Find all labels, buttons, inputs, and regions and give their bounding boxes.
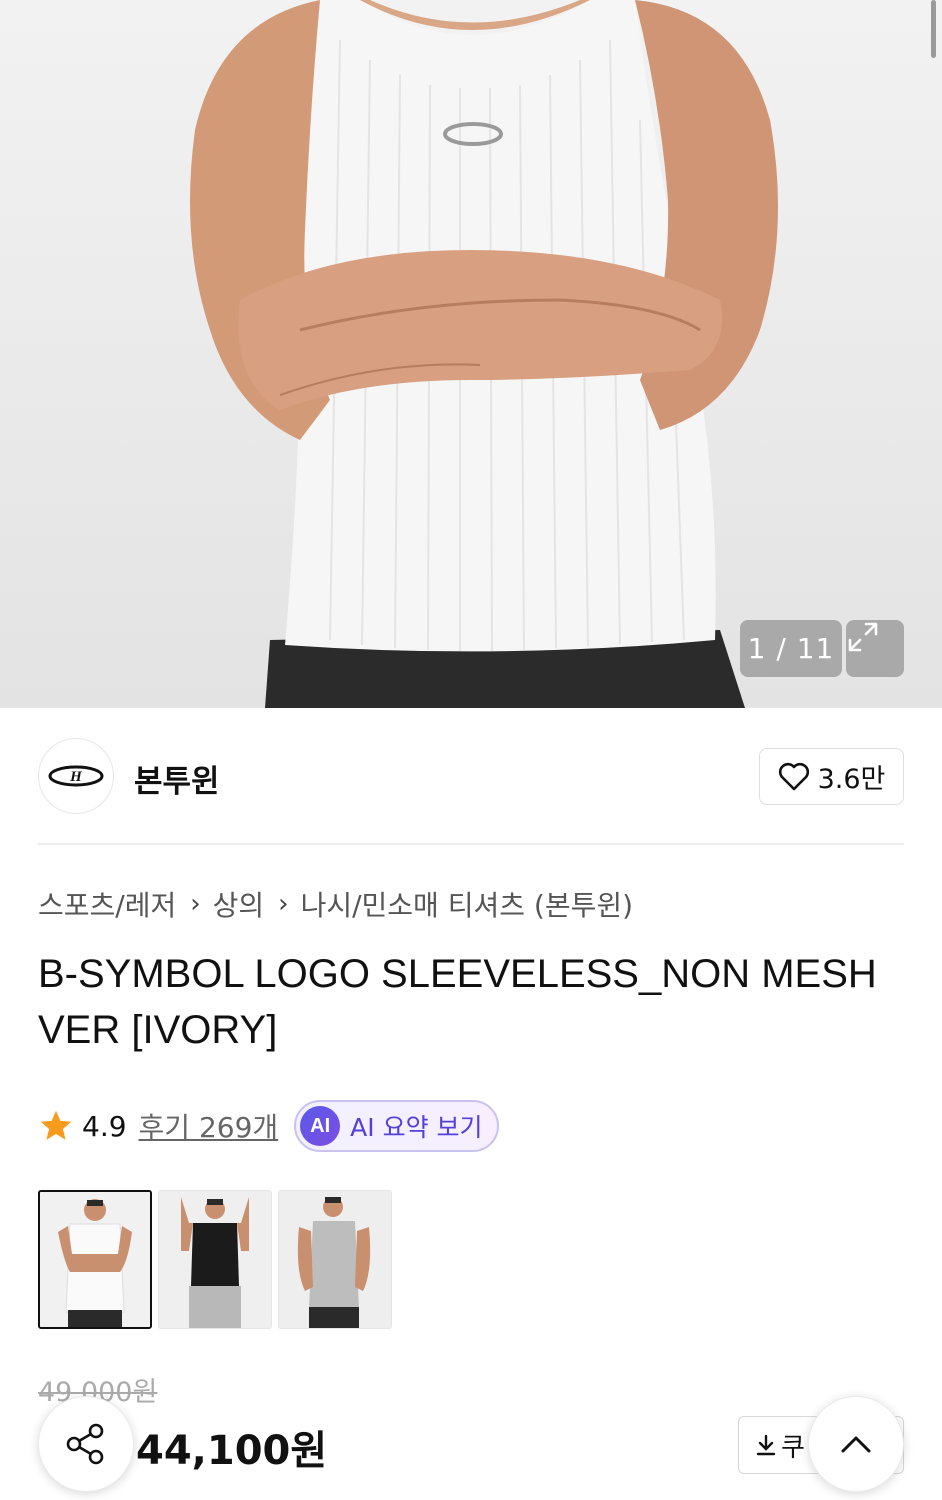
- rating-value: 4.9: [82, 1109, 127, 1143]
- scroll-indicator: [931, 0, 936, 58]
- star-icon: [40, 1110, 72, 1140]
- coupon-label: 쿠: [781, 1432, 805, 1463]
- divider: [38, 843, 904, 845]
- thumbnail-black[interactable]: [158, 1190, 272, 1329]
- sale-price: 44,100원: [136, 1428, 328, 1474]
- product-image-gallery[interactable]: 1 / 11: [0, 0, 942, 708]
- brand-logo[interactable]: H: [38, 738, 114, 814]
- color-thumbnails: [38, 1190, 392, 1329]
- breadcrumb-item-subcategory[interactable]: 상의: [213, 884, 265, 924]
- chevron-right-icon: ›: [278, 889, 289, 919]
- brand-h-oval-logo-icon: H: [48, 765, 104, 787]
- ai-summary-label: AI 요약 보기: [350, 1113, 483, 1142]
- ai-summary-button[interactable]: AI AI 요약 보기: [294, 1100, 499, 1152]
- rating-row: 4.9 후기 269개 AI AI 요약 보기: [38, 1100, 499, 1152]
- breadcrumb-item-category[interactable]: 스포츠/레저: [38, 884, 176, 924]
- expand-icon: [848, 622, 878, 652]
- scroll-to-top-button[interactable]: [808, 1396, 904, 1492]
- thumbnail-image: [159, 1191, 271, 1328]
- breadcrumb: 스포츠/레저 › 상의 › 나시/민소매 티셔츠 (본투윈): [38, 884, 633, 924]
- chevron-up-icon: [841, 1436, 871, 1453]
- share-button[interactable]: [38, 1396, 134, 1492]
- product-title: B-SYMBOL LOGO SLEEVELESS_NON MESH VER [I…: [38, 952, 877, 1052]
- brand-name[interactable]: 본투윈: [134, 756, 220, 801]
- expand-image-button[interactable]: [846, 620, 904, 677]
- brand-row: H 본투윈 3.6만: [38, 738, 904, 814]
- like-count: 3.6만: [817, 764, 886, 795]
- heart-icon: [778, 762, 809, 790]
- svg-text:H: H: [69, 769, 83, 785]
- ai-icon: AI: [300, 1106, 341, 1146]
- image-counter: 1 / 11: [740, 620, 842, 677]
- chevron-right-icon: ›: [190, 889, 201, 919]
- thumbnail-image: [40, 1192, 150, 1327]
- share-icon: [66, 1423, 104, 1465]
- thumbnail-image: [279, 1191, 391, 1328]
- product-main-image: [190, 0, 778, 708]
- breadcrumb-item-current[interactable]: 나시/민소매 티셔츠 (본투윈): [301, 884, 633, 924]
- like-button[interactable]: 3.6만: [759, 748, 904, 805]
- thumbnail-ivory[interactable]: [38, 1190, 152, 1329]
- thumbnail-gray[interactable]: [278, 1190, 392, 1329]
- review-count-link[interactable]: 후기 269개: [139, 1106, 279, 1146]
- download-icon: [756, 1434, 776, 1456]
